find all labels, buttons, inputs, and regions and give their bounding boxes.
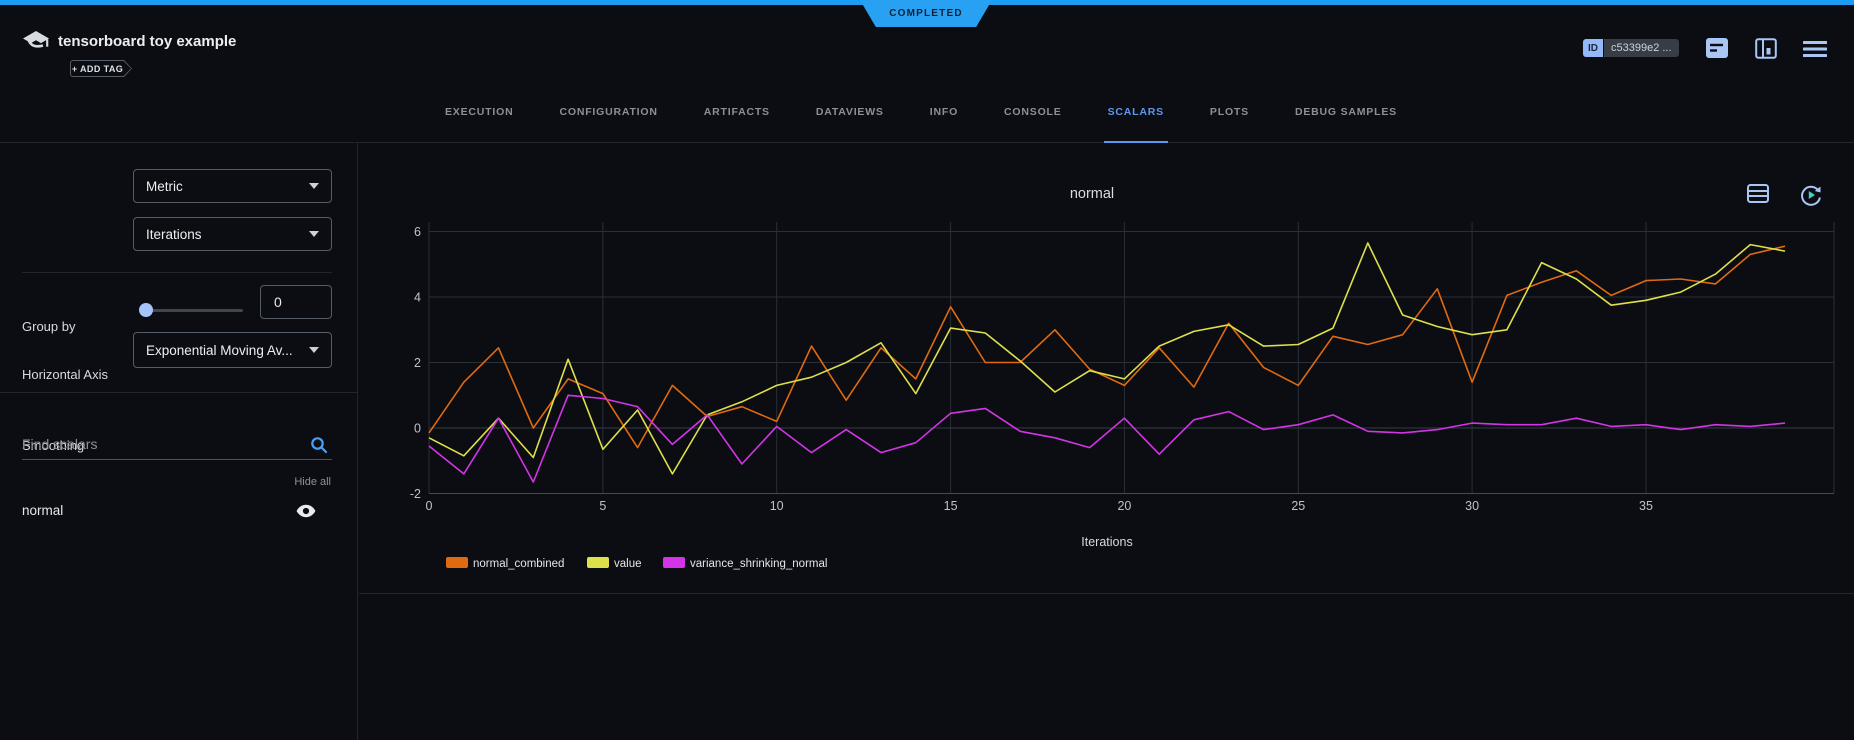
y-tick-label: -2 [410,487,421,501]
y-tick-label: 2 [414,356,421,370]
tab-bar-tabs: EXECUTION CONFIGURATION ARTIFACTS DATAVIEWS… [445,80,1397,143]
legend-item-variance_shrinking_normal[interactable]: variance_shrinking_normal [663,557,827,570]
horizontal-axis-label: Horizontal Axis [22,367,108,382]
metric-list: normal [0,498,358,526]
smoothing-value-input[interactable] [260,285,332,319]
tab-configuration[interactable]: CONFIGURATION [559,80,657,143]
chart-title: normal [1070,186,1114,202]
status-badge: COMPLETED [860,0,992,27]
x-tick-label: 5 [599,499,606,513]
id-value: c53399e2 ... [1604,39,1679,57]
experiment-id-chip[interactable]: ID c53399e2 ... [1583,39,1679,57]
legend-item-value[interactable]: value [587,557,642,570]
add-tag-label: + ADD TAG [70,60,132,77]
legend-item-normal_combined[interactable]: normal_combined [446,557,564,570]
y-tick-label: 0 [414,422,421,436]
horizontal-axis-dropdown[interactable]: Iterations [133,217,332,251]
smoothing-slider-knob[interactable] [139,303,153,317]
details-panel-icon[interactable] [1755,38,1777,59]
legend-label: value [614,558,642,570]
x-tick-label: 30 [1465,499,1479,513]
chevron-down-icon [309,183,319,189]
tab-dataviews[interactable]: DATAVIEWS [816,80,884,143]
smoothing-type-value: Exponential Moving Av... [146,343,301,358]
legend-swatch [446,557,468,568]
horizontal-axis-value: Iterations [146,227,301,242]
find-scalars-input[interactable] [22,430,302,458]
chart-panel: -2 0 2 4 6 0 5 10 15 20 25 30 35 normal Iterations norm… [359,143,1854,594]
y-tick-label: 4 [414,291,421,305]
x-tick-label: 35 [1639,499,1653,513]
id-label: ID [1583,39,1603,57]
group-by-label: Group by [22,319,75,334]
add-tag-button[interactable]: + ADD TAG [70,60,132,77]
metric-name: normal [22,503,63,518]
scalar-chart[interactable]: -2 0 2 4 6 0 5 10 15 20 25 30 35 normal Iterations norm… [359,143,1854,594]
x-tick-label: 15 [944,499,958,513]
tab-console[interactable]: CONSOLE [1004,80,1062,143]
chevron-down-icon [309,231,319,237]
divider [22,272,332,273]
legend-swatch [587,557,609,568]
scalars-sidebar: Group by Metric Horizontal Axis Iteratio… [0,143,358,740]
app-logo-icon [20,26,52,58]
legend-label: variance_shrinking_normal [690,558,827,570]
tab-scalars[interactable]: SCALARS [1108,80,1164,143]
x-axis-label: Iterations [1081,535,1132,549]
series-line-normal_combined [429,246,1785,447]
x-tick-label: 0 [426,499,433,513]
tab-plots[interactable]: PLOTS [1210,80,1249,143]
search-icon[interactable] [310,436,328,454]
metric-row-normal[interactable]: normal [0,498,358,526]
smoothing-slider-track[interactable] [140,309,243,312]
tab-execution[interactable]: EXECUTION [445,80,513,143]
x-tick-label: 10 [770,499,784,513]
x-tick-label: 25 [1291,499,1305,513]
legend-swatch [663,557,685,568]
group-by-dropdown[interactable]: Metric [133,169,332,203]
hide-all-link[interactable]: Hide all [294,476,331,488]
comments-icon[interactable] [1705,37,1729,59]
tab-bar: EXECUTION CONFIGURATION ARTIFACTS DATAVIEWS… [0,80,1854,143]
x-tick-label: 20 [1117,499,1131,513]
group-by-value: Metric [146,179,301,194]
find-scalars-field [22,430,332,460]
smoothing-type-dropdown[interactable]: Exponential Moving Av... [133,332,332,368]
tab-debug-samples[interactable]: DEBUG SAMPLES [1295,80,1397,143]
y-tick-label: 6 [414,225,421,239]
divider [0,392,358,393]
page-title: tensorboard toy example [58,33,236,50]
tab-artifacts[interactable]: ARTIFACTS [704,80,770,143]
eye-icon[interactable] [296,504,316,518]
tab-info[interactable]: INFO [930,80,958,143]
chevron-down-icon [309,347,319,353]
legend-label: normal_combined [473,558,564,570]
menu-icon[interactable] [1803,40,1827,58]
